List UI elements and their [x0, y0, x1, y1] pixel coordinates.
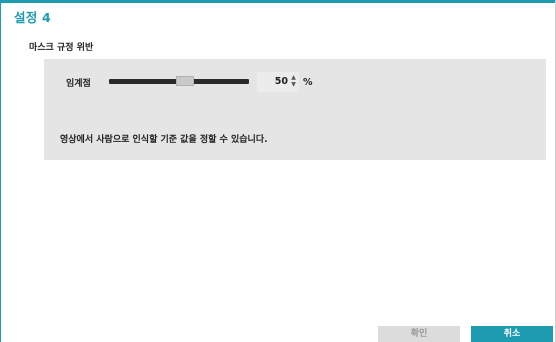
threshold-value[interactable]: 50 — [257, 76, 288, 87]
spin-down-icon[interactable]: ▼ — [290, 82, 297, 88]
threshold-spinbox[interactable]: 50 ▲ ▼ — [257, 72, 299, 92]
threshold-slider-thumb[interactable] — [176, 76, 194, 86]
description-text: 영상에서 사람으로 인식할 기준 값을 정할 수 있습니다. — [60, 135, 268, 145]
top-accent-bar — [0, 0, 556, 3]
ok-button[interactable]: 확인 — [378, 326, 460, 342]
threshold-label: 임계점 — [66, 79, 91, 89]
left-border — [0, 0, 1, 342]
cancel-button[interactable]: 취소 — [471, 326, 553, 342]
dialog-title: 설정 4 — [14, 10, 51, 25]
threshold-unit: % — [303, 77, 313, 88]
section-label: 마스크 규정 위반 — [29, 43, 94, 53]
